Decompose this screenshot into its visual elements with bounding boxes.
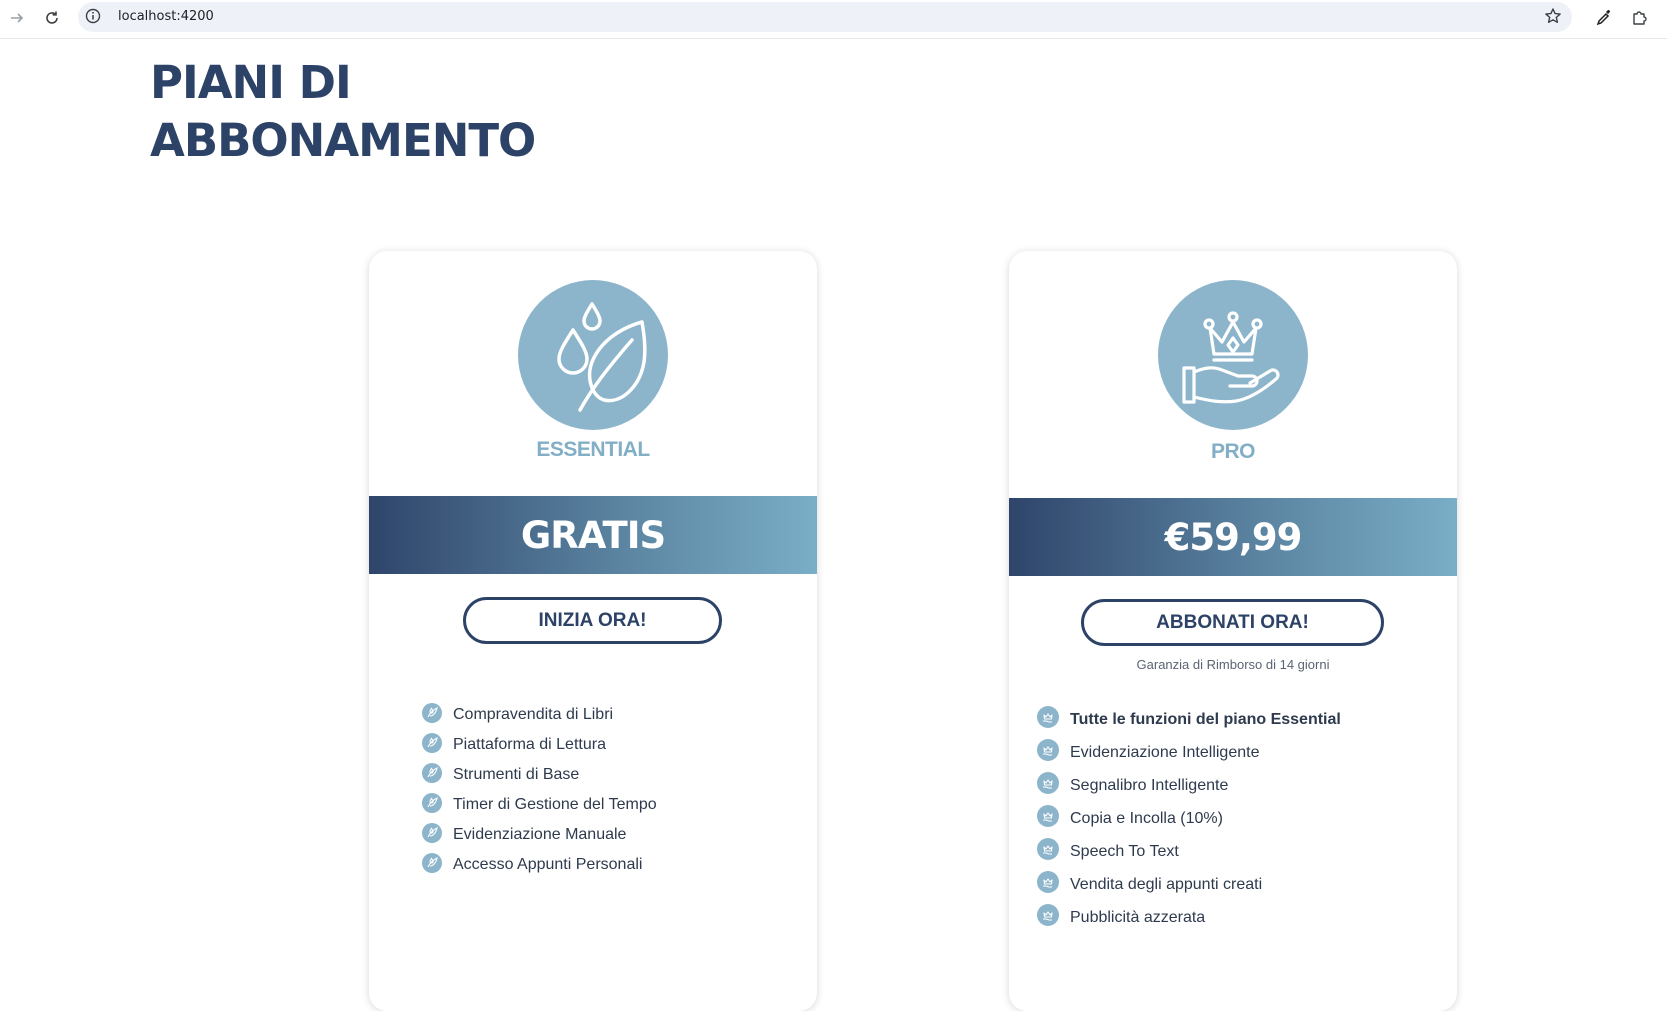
list-item: Pubblicità azzerata: [1037, 901, 1341, 934]
plan-price: €59,99: [1164, 515, 1303, 559]
crown-bullet-icon: [1037, 772, 1059, 799]
bookmark-star-icon[interactable]: [1544, 7, 1562, 30]
crown-bullet-icon: [1037, 739, 1059, 766]
price-band: GRATIS: [369, 496, 817, 574]
feature-list: Tutte le funzioni del piano Essential Ev…: [1037, 703, 1341, 934]
subscribe-now-button[interactable]: ABBONATI ORA!: [1081, 599, 1384, 646]
crown-bullet-icon: [1037, 904, 1059, 931]
feature-text: Evidenziazione Intelligente: [1070, 743, 1260, 761]
feature-text: Speech To Text: [1070, 842, 1179, 860]
reload-icon[interactable]: [39, 5, 65, 31]
site-info-icon[interactable]: [84, 7, 102, 30]
leaf-bullet-icon: [422, 762, 442, 788]
feature-list: Compravendita di Libri Piattaforma di Le…: [422, 700, 657, 880]
list-item: Accesso Appunti Personali: [422, 850, 657, 880]
crown-bullet-icon: [1037, 838, 1059, 865]
page-title: PIANI DI ABBONAMENTO: [150, 54, 670, 170]
list-item: Segnalibro Intelligente: [1037, 769, 1341, 802]
plan-card-essential: ESSENTIAL GRATIS INIZIA ORA! Compravendi…: [369, 251, 817, 1011]
feature-text: Copia e Incolla (10%): [1070, 809, 1223, 827]
list-item: Tutte le funzioni del piano Essential: [1037, 703, 1341, 736]
eyedropper-icon[interactable]: [1591, 5, 1617, 31]
leaf-bullet-icon: [422, 702, 442, 728]
forward-icon[interactable]: [4, 5, 30, 31]
crown-bullet-icon: [1037, 805, 1059, 832]
price-band: €59,99: [1009, 498, 1457, 576]
browser-toolbar: localhost:4200: [0, 0, 1667, 39]
plan-name: PRO: [1210, 440, 1256, 463]
list-item: Piattaforma di Lettura: [422, 730, 657, 760]
list-item: Timer di Gestione del Tempo: [422, 790, 657, 820]
leaf-drop-icon: [518, 280, 668, 430]
feature-text: Timer di Gestione del Tempo: [453, 796, 657, 813]
crown-bullet-icon: [1037, 706, 1059, 733]
feature-text: Strumenti di Base: [453, 766, 580, 783]
leaf-bullet-icon: [422, 822, 442, 848]
feature-text: Vendita degli appunti creati: [1070, 875, 1263, 893]
feature-text: Tutte le funzioni del piano Essential: [1070, 710, 1341, 728]
page-title-line1: PIANI DI: [150, 56, 352, 109]
feature-text: Accesso Appunti Personali: [453, 856, 643, 873]
feature-text: Evidenziazione Manuale: [453, 826, 627, 843]
leaf-bullet-icon: [422, 732, 442, 758]
list-item: Compravendita di Libri: [422, 700, 657, 730]
url-text: localhost:4200: [118, 9, 214, 24]
list-item: Evidenziazione Manuale: [422, 820, 657, 850]
plan-name: ESSENTIAL: [536, 438, 650, 461]
feature-text: Segnalibro Intelligente: [1070, 776, 1229, 794]
refund-guarantee-text: Garanzia di Rimborso di 14 giorni: [1136, 657, 1330, 672]
address-bar[interactable]: localhost:4200: [78, 2, 1572, 32]
list-item: Speech To Text: [1037, 835, 1341, 868]
feature-text: Pubblicità azzerata: [1070, 908, 1206, 926]
start-now-button[interactable]: INIZIA ORA!: [463, 597, 722, 644]
crown-bullet-icon: [1037, 871, 1059, 898]
list-item: Vendita degli appunti creati: [1037, 868, 1341, 901]
plan-card-pro: PRO €59,99 ABBONATI ORA! Garanzia di Rim…: [1009, 251, 1457, 1011]
list-item: Strumenti di Base: [422, 760, 657, 790]
extensions-icon[interactable]: [1627, 5, 1653, 31]
feature-text: Piattaforma di Lettura: [453, 736, 606, 753]
leaf-bullet-icon: [422, 852, 442, 878]
page-title-line2: ABBONAMENTO: [150, 114, 536, 167]
leaf-bullet-icon: [422, 792, 442, 818]
list-item: Evidenziazione Intelligente: [1037, 736, 1341, 769]
plan-price: GRATIS: [520, 513, 666, 557]
crown-hand-icon: [1158, 280, 1308, 430]
list-item: Copia e Incolla (10%): [1037, 802, 1341, 835]
feature-text: Compravendita di Libri: [453, 706, 614, 723]
